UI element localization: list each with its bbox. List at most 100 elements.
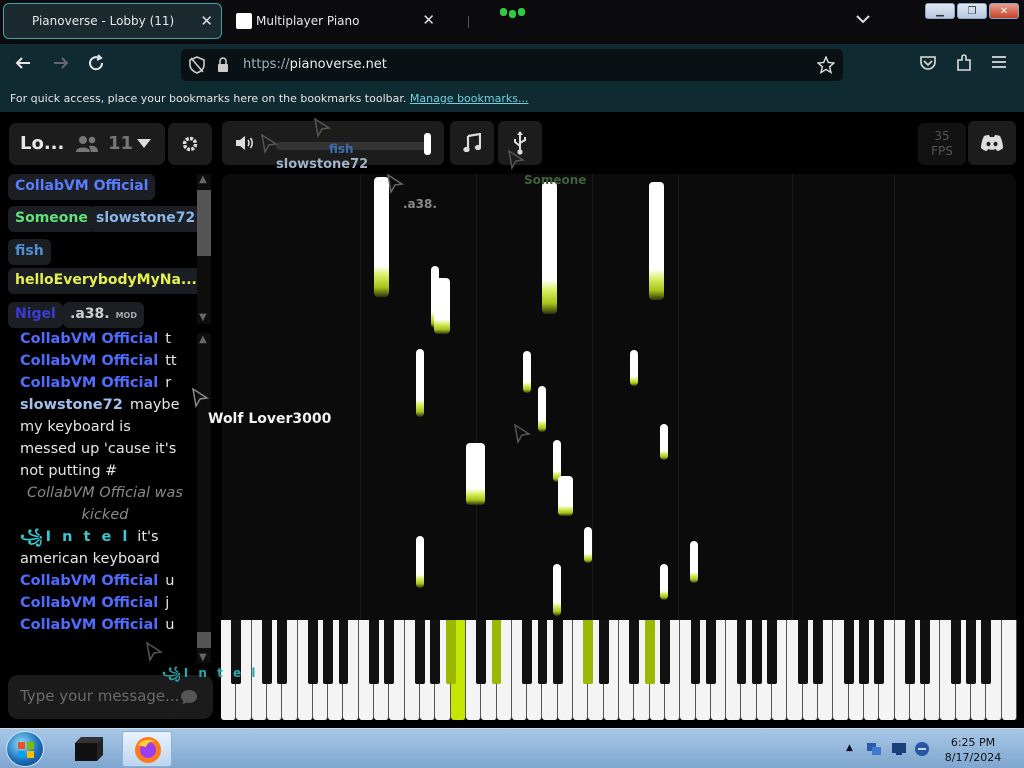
piano-black-key[interactable]	[384, 620, 395, 684]
taskbar-app-piano[interactable]	[64, 731, 114, 767]
scroll-down-icon[interactable]: ▼	[199, 312, 207, 323]
tab-divider	[468, 16, 469, 28]
tab-multiplayer-piano[interactable]: Multiplayer Piano ✕	[228, 3, 443, 39]
instrument-button[interactable]	[450, 121, 494, 165]
piano-black-key[interactable]	[445, 620, 456, 684]
address-bar[interactable]: https://pianoverse.net	[181, 49, 843, 81]
room-selector[interactable]: Lo... 11	[9, 123, 165, 165]
user-chip[interactable]: slowstone72	[89, 206, 198, 232]
chat-username[interactable]: CollabVM Official	[20, 595, 158, 611]
tab-pianoverse[interactable]: Pianoverse - Lobby (11) ✕	[3, 3, 222, 39]
user-chip[interactable]: Someone	[8, 206, 95, 232]
piano-black-key[interactable]	[874, 620, 885, 684]
chat-username[interactable]: CollabVM Official	[20, 375, 158, 391]
user-list-scroll-thumb[interactable]	[197, 190, 211, 256]
volume-slider-handle[interactable]	[424, 133, 431, 155]
minimize-button[interactable]: ▁	[925, 3, 955, 19]
chat-username[interactable]: slowstone72	[20, 397, 123, 413]
pocket-icon[interactable]	[919, 54, 937, 77]
piano-black-key[interactable]	[751, 620, 762, 684]
piano-black-key[interactable]	[262, 620, 272, 684]
piano-black-key[interactable]	[644, 620, 655, 684]
chat-username[interactable]: CollabVM Official	[20, 573, 158, 589]
user-chip[interactable]: fish	[8, 239, 51, 265]
window-close-button[interactable]: ✕	[989, 3, 1019, 19]
piano-black-key[interactable]	[705, 620, 716, 684]
user-chip[interactable]: Nigel	[8, 302, 63, 328]
piano-black-key[interactable]	[981, 620, 992, 684]
scroll-up-icon[interactable]: ▲	[199, 334, 207, 345]
chat-scroll-thumb[interactable]	[197, 632, 211, 648]
taskbar-app-firefox[interactable]	[122, 731, 172, 767]
piano-black-key[interactable]	[583, 620, 594, 684]
piano-black-key[interactable]	[904, 620, 915, 684]
tracking-protection-icon[interactable]	[189, 56, 205, 78]
piano-white-key[interactable]	[1001, 620, 1017, 720]
chat-message: slowstone72 maybe my keyboard is messed u…	[20, 394, 190, 482]
tab-close-icon[interactable]: ✕	[422, 11, 435, 29]
chat-username[interactable]: CollabVM Official	[20, 353, 158, 369]
piano-black-key[interactable]	[369, 620, 379, 684]
piano-black-key[interactable]	[843, 620, 854, 684]
piano-black-key[interactable]	[522, 620, 533, 684]
piano-black-key[interactable]	[552, 620, 563, 684]
bookmark-star-icon[interactable]	[816, 55, 836, 78]
piano-black-key[interactable]	[430, 620, 441, 684]
chat-username[interactable]: CollabVM Official	[20, 331, 158, 347]
piano-black-key[interactable]	[277, 620, 288, 684]
start-button[interactable]	[6, 731, 44, 767]
system-clock[interactable]: 6:25 PM 8/17/2024	[930, 735, 1016, 765]
volume-speaker-icon[interactable]	[235, 135, 255, 151]
list-all-tabs-icon[interactable]	[856, 12, 870, 28]
piano-black-key[interactable]	[415, 620, 425, 684]
remote-cursor-icon	[261, 134, 278, 154]
piano-black-key[interactable]	[813, 620, 823, 684]
user-chip[interactable]: helloEverybodyMyNa...	[8, 268, 198, 294]
send-message-icon[interactable]	[180, 688, 198, 706]
chat-scrollbar[interactable]	[197, 333, 211, 663]
piano-black-key[interactable]	[797, 620, 808, 684]
back-arrow-icon[interactable]	[14, 54, 32, 77]
extensions-icon[interactable]	[955, 54, 973, 77]
discord-button[interactable]	[968, 121, 1016, 165]
piano-black-key[interactable]	[338, 620, 349, 684]
piano-black-key[interactable]	[920, 620, 931, 684]
settings-button[interactable]	[168, 123, 212, 165]
piano-black-key[interactable]	[629, 620, 640, 684]
manage-bookmarks-link[interactable]: Manage bookmarks...	[410, 92, 529, 105]
piano-black-key[interactable]	[690, 620, 701, 684]
piano-black-key[interactable]	[767, 620, 777, 684]
piano-black-key[interactable]	[736, 620, 747, 684]
display-icon[interactable]	[891, 741, 907, 757]
scroll-up-icon[interactable]: ▲	[199, 174, 207, 185]
piano-black-key[interactable]	[859, 620, 869, 684]
lock-icon[interactable]	[217, 57, 229, 77]
piano-black-key[interactable]	[323, 620, 334, 684]
show-hidden-icons-icon[interactable]: ▲	[846, 743, 853, 753]
chat-username[interactable]: CollabVM Official	[20, 617, 158, 633]
forward-arrow-icon[interactable]	[52, 54, 70, 77]
user-chip[interactable]: CollabVM Official	[8, 174, 156, 200]
piano-black-key[interactable]	[537, 620, 548, 684]
falling-note	[660, 564, 668, 600]
piano-black-key[interactable]	[476, 620, 487, 684]
scroll-down-icon[interactable]: ▼	[199, 652, 207, 663]
volume-tray-icon[interactable]	[914, 741, 930, 757]
url-text[interactable]: https://pianoverse.net	[243, 57, 387, 72]
piano-black-key[interactable]	[598, 620, 609, 684]
restore-button[interactable]: ❐	[957, 3, 987, 19]
piano-black-key[interactable]	[950, 620, 961, 684]
chat-username[interactable]: ꧁I n t e l	[20, 529, 130, 545]
reload-icon[interactable]	[87, 54, 105, 77]
network-icon[interactable]	[866, 741, 882, 757]
chevron-down-icon[interactable]	[137, 139, 151, 148]
chat-message-input[interactable]	[20, 687, 180, 705]
piano-black-key[interactable]	[307, 620, 318, 684]
piano-black-key[interactable]	[966, 620, 976, 684]
piano-black-key[interactable]	[491, 620, 502, 684]
tab-close-icon[interactable]: ✕	[200, 12, 213, 30]
piano-black-key[interactable]	[660, 620, 670, 684]
user-chip[interactable]: .a38. MOD	[63, 302, 144, 328]
menu-hamburger-icon[interactable]	[991, 54, 1007, 75]
piano-favicon-icon	[236, 13, 252, 29]
